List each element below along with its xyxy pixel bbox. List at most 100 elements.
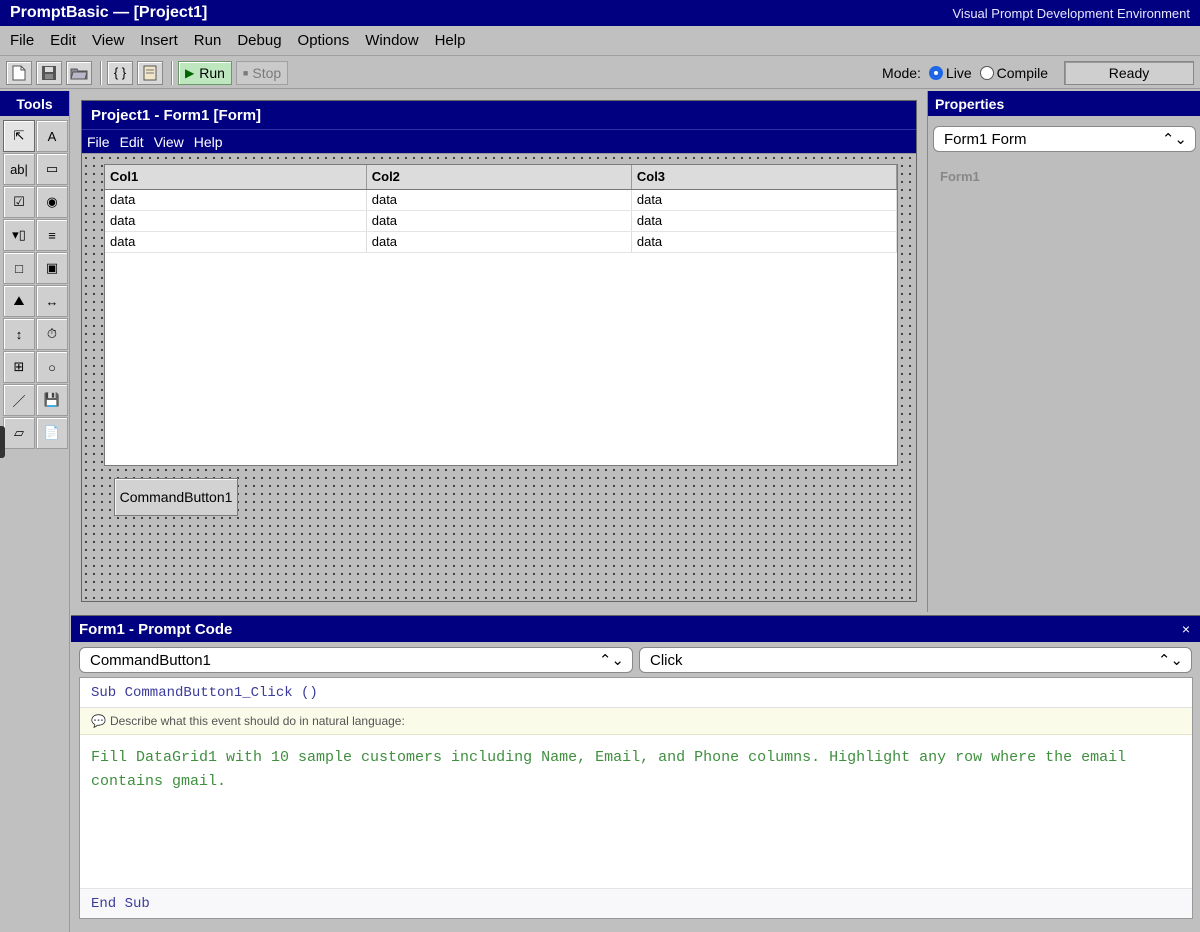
table-row[interactable]: data data data	[105, 231, 898, 253]
object-selector[interactable]: Form1 Form ⌃⌄	[933, 126, 1196, 152]
menu-insert[interactable]: Insert	[132, 32, 186, 49]
tool-button[interactable]: ○	[36, 351, 68, 383]
mode-compile-label[interactable]: Compile	[997, 65, 1048, 81]
properties-object-name: Form1	[940, 169, 980, 184]
mode-selector: Mode: Live Compile	[882, 57, 1048, 89]
form-designer-window: Project1 - Form1 [Form] File Edit View H…	[81, 100, 917, 602]
tool-button[interactable]: ⛰	[3, 285, 35, 317]
object-dropdown[interactable]: CommandButton1 ⌃⌄	[79, 647, 633, 673]
menu-file[interactable]: File	[2, 32, 42, 49]
column-header[interactable]: Col3	[631, 165, 898, 190]
mode-live-radio[interactable]	[928, 66, 943, 80]
table-cell: data	[631, 231, 898, 253]
play-icon: ▶	[185, 65, 195, 80]
code-caption-bar: Form1 - Prompt Code ×	[71, 616, 1200, 642]
tool-button[interactable]: ≡	[36, 219, 68, 251]
designer-caption: Project1 - Form1 [Form]	[82, 101, 916, 129]
app-subtitle: Visual Prompt Development Environment	[952, 5, 1191, 21]
tool-button[interactable]: ◉	[36, 186, 68, 218]
save-icon: 💾	[43, 392, 61, 407]
menu-debug[interactable]: Debug	[229, 32, 289, 49]
code-view-button[interactable]: { }	[107, 60, 133, 85]
line-icon: ／	[12, 393, 26, 409]
circle-icon: ○	[48, 359, 56, 375]
stop-button[interactable]: ■ Stop	[235, 60, 289, 85]
mode-compile-radio[interactable]	[979, 66, 994, 80]
command-button-control[interactable]: CommandButton1	[114, 478, 238, 516]
form-menu-view[interactable]: View	[154, 134, 184, 150]
save-button[interactable]	[36, 60, 62, 85]
panel-edge-handle[interactable]	[0, 426, 5, 458]
tool-button[interactable]: ▱	[3, 417, 35, 449]
menu-view[interactable]: View	[84, 32, 132, 49]
form-menu-help[interactable]: Help	[194, 134, 223, 150]
tool-button[interactable]: ▭	[36, 153, 68, 185]
timer-icon: ⏱	[46, 326, 58, 341]
open-button[interactable]	[66, 60, 92, 85]
tools-grid: ⇱ Aab| ▭ ☑ ◉ ▾▯ ≡ □ ▣ ⛰ ↔ ↕ ⏱ ⊞ ○ ／ 💾 ▱ 📄	[0, 116, 69, 449]
column-header[interactable]: Col1	[105, 165, 367, 190]
form-canvas[interactable]: Col1 Col2 Col3 data data data data data …	[82, 154, 916, 601]
prompt-hint: 💬 Describe what this event should do in …	[80, 708, 1192, 735]
tool-button[interactable]: 💾	[36, 384, 68, 416]
code-window: Form1 - Prompt Code × CommandButton1 ⌃⌄ …	[71, 615, 1200, 932]
tools-title: Tools	[0, 91, 69, 116]
tool-button[interactable]: 📄	[36, 417, 68, 449]
prompt-text-area[interactable]: Fill DataGrid1 with 10 sample customers …	[80, 735, 1192, 887]
tool-button[interactable]: ⇱	[3, 120, 35, 152]
menu-help[interactable]: Help	[427, 32, 474, 49]
stop-icon: ■	[242, 67, 249, 78]
tool-button[interactable]: ⊞	[3, 351, 35, 383]
hscroll-icon: ↔	[45, 293, 59, 309]
pointer-icon: ⇱	[13, 128, 25, 143]
tool-button[interactable]: ↔	[36, 285, 68, 317]
run-label: Run	[199, 64, 225, 81]
form-menu-edit[interactable]: Edit	[120, 134, 144, 150]
listbox-icon: ≡	[48, 227, 56, 243]
menu-options[interactable]: Options	[290, 32, 358, 49]
new-file-button[interactable]	[6, 60, 32, 85]
datagrid-table: Col1 Col2 Col3 data data data data data …	[105, 165, 898, 253]
status-indicator: Ready	[1064, 61, 1194, 85]
prompt-hint-text: Describe what this event should do in na…	[109, 714, 405, 728]
run-button[interactable]: ▶ Run	[178, 60, 232, 85]
sub-declaration: Sub CommandButton1_Click ()	[80, 678, 1192, 708]
end-sub-line: End Sub	[80, 888, 1192, 918]
code-caption: Form1 - Prompt Code	[79, 620, 233, 638]
form-menu-file[interactable]: File	[87, 134, 110, 150]
table-cell: data	[105, 231, 367, 253]
form-view-button[interactable]	[137, 60, 163, 85]
table-cell: data	[366, 189, 632, 211]
tool-button[interactable]: ☑	[3, 186, 35, 218]
menu-bar: File Edit View Insert Run Debug Options …	[0, 26, 1200, 56]
tool-button[interactable]: A	[36, 120, 68, 152]
close-icon[interactable]: ×	[1182, 621, 1190, 637]
event-dropdown[interactable]: Click ⌃⌄	[639, 647, 1192, 673]
table-row[interactable]: data data data	[105, 210, 898, 232]
table-cell: data	[105, 189, 367, 211]
updown-chevron-icon: ⌃⌄	[1157, 652, 1183, 669]
folder-icon	[70, 68, 88, 79]
tool-button[interactable]: ↕	[3, 318, 35, 350]
table-row[interactable]: data data data	[105, 189, 898, 211]
tool-button[interactable]: ／	[3, 384, 35, 416]
tool-button[interactable]: ⏱	[36, 318, 68, 350]
menu-run[interactable]: Run	[186, 32, 230, 49]
properties-panel: Properties Form1 Form ⌃⌄ Form1	[927, 91, 1200, 612]
mode-live-label[interactable]: Live	[946, 65, 972, 81]
mode-label: Mode:	[882, 65, 921, 81]
menu-window[interactable]: Window	[357, 32, 426, 49]
grid-icon: ⊞	[13, 359, 25, 374]
menu-edit[interactable]: Edit	[42, 32, 84, 49]
tool-button[interactable]: □	[3, 252, 35, 284]
tool-button[interactable]: ab|	[3, 153, 35, 185]
shape-icon: □	[15, 260, 23, 276]
tool-button[interactable]: ▣	[36, 252, 68, 284]
tool-button[interactable]: ▾▯	[3, 219, 35, 251]
column-header[interactable]: Col2	[366, 165, 632, 190]
datagrid-control[interactable]: Col1 Col2 Col3 data data data data data …	[104, 164, 898, 466]
table-cell: data	[366, 231, 632, 253]
tools-palette: Tools ⇱ Aab| ▭ ☑ ◉ ▾▯ ≡ □ ▣ ⛰ ↔ ↕ ⏱ ⊞ ○ ／ 💾 ▱ 📄	[0, 91, 70, 932]
code-editor[interactable]: Sub CommandButton1_Click () 💬 Describe w…	[79, 677, 1193, 919]
stop-label: Stop	[252, 64, 282, 81]
